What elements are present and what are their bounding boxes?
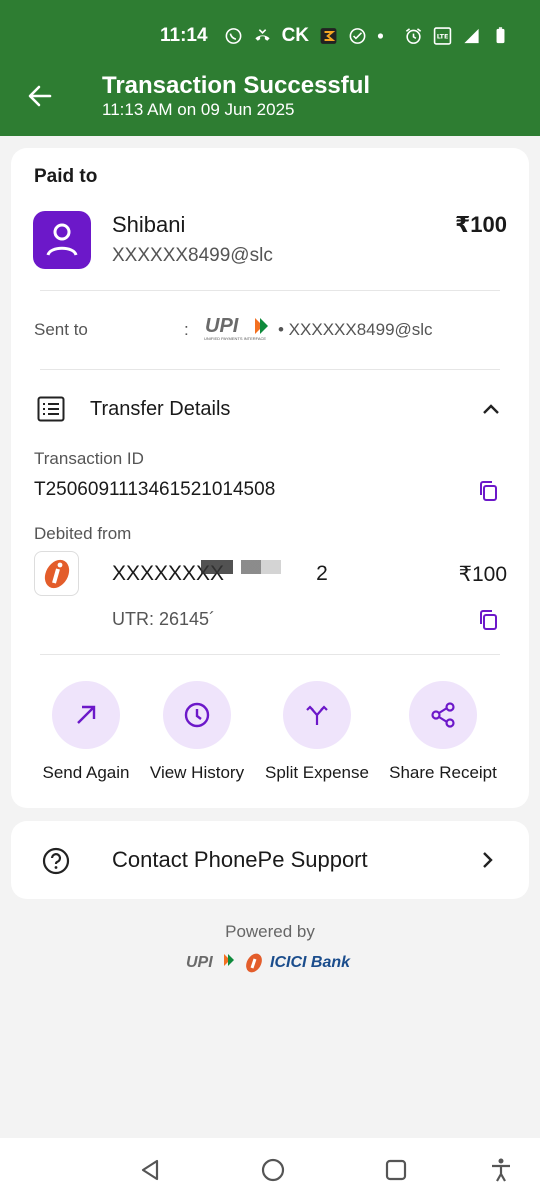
accessibility-icon [492,1158,510,1182]
upi-logo: UPI UNIFIED PAYMENTS INTERFACE [204,315,268,341]
back-button[interactable] [22,78,58,114]
bank-name: ICICI Bank [270,954,351,971]
share-receipt-button[interactable]: Share Receipt [385,681,501,783]
transaction-timestamp: 11:13 AM on 09 Jun 2025 [102,100,295,119]
paid-to-heading: Paid to [34,166,98,187]
nav-recents-button[interactable] [382,1156,410,1184]
dot-icon [377,33,384,39]
sent-to-vpa: • XXXXXX8499@slc [278,320,433,339]
clock-icon [184,702,210,728]
alarm-icon [405,28,422,44]
system-nav-bar [0,1138,540,1200]
receipt-list-icon [37,396,65,422]
volte-icon: LTE [433,27,452,45]
copy-icon [480,610,497,630]
share-receipt-circle[interactable] [409,681,477,749]
contact-support-row[interactable]: Contact PhonePe Support [11,821,529,899]
paid-amount: ₹100 [454,212,507,237]
payee-vpa: XXXXXX8499@slc [112,245,273,266]
square-recents-icon [385,1159,407,1181]
redaction-mask [201,560,281,574]
account-tail: 2 [316,562,328,585]
contact-support-label[interactable]: Contact PhonePe Support [112,847,368,873]
user-icon [46,223,78,256]
split-expense-label: Split Expense [265,763,369,782]
copy-transaction-id-button[interactable] [476,479,500,503]
quick-actions: Send Again View History Split Expense Sh… [11,681,529,791]
whatsapp-icon [225,28,241,44]
icici-bank-logo [34,551,79,596]
app-notification-icon [320,28,337,44]
transaction-id-value: T2506091113461521014508 [34,479,276,500]
divider [40,369,500,370]
view-history-circle[interactable] [163,681,231,749]
debited-from-label: Debited from [34,524,132,543]
accessibility-button[interactable] [487,1156,515,1184]
send-again-circle[interactable] [52,681,120,749]
nav-back-button[interactable] [136,1156,164,1184]
view-history-button[interactable]: View History [142,681,252,783]
status-bar: 11:14 CK LTE [160,22,510,50]
page-title: Transaction Successful [102,72,371,99]
upi-logo: UPI [186,954,234,971]
icici-logo-icon [246,953,262,973]
carrier-label: CK [281,25,310,46]
missed-call-icon [254,29,270,41]
copy-utr-button[interactable] [476,608,500,632]
sent-to-label: Sent to [34,320,88,339]
back-arrow-icon [28,85,52,107]
send-again-button[interactable]: Send Again [31,681,141,783]
arrow-up-right-icon [77,705,96,724]
circle-home-icon [261,1158,285,1182]
check-circle-icon [349,28,366,44]
signal-icon [464,28,479,44]
split-expense-circle[interactable] [283,681,351,749]
payee-name: Shibani [112,212,186,237]
transaction-id-label: Transaction ID [34,449,144,468]
sent-to-separator: : [184,320,189,339]
status-time: 11:14 [160,25,208,46]
help-icon [42,847,70,875]
transaction-card: Paid to Shibani XXXXXX8499@slc ₹100 Sent… [11,148,529,808]
header-bar: 11:14 CK LTE Transaction Successful 11:1… [0,0,540,136]
svg-text:UPI: UPI [205,315,239,337]
view-history-label: View History [149,763,245,782]
divider [40,290,500,291]
send-again-label: Send Again [42,763,130,782]
split-expense-button[interactable]: Split Expense [257,681,377,783]
share-icon [431,702,455,728]
nav-home-button[interactable] [259,1156,287,1184]
utr-number: UTR: 26145´ [112,609,216,629]
debited-amount: ₹100 [458,563,507,586]
chevron-up-icon[interactable] [479,398,503,422]
copy-icon [480,481,497,501]
triangle-back-icon [141,1159,159,1181]
svg-text:LTE: LTE [437,33,449,40]
powered-by-logos: UPI ICICI Bank [186,948,356,978]
share-receipt-label: Share Receipt [389,763,497,782]
transfer-details-toggle[interactable]: Transfer Details [90,398,230,421]
split-icon [306,705,328,725]
svg-text:UPI: UPI [186,954,213,971]
battery-icon [496,27,505,44]
svg-text:UNIFIED PAYMENTS INTERFACE: UNIFIED PAYMENTS INTERFACE [204,336,266,341]
divider [40,654,500,655]
chevron-right-icon [483,852,493,868]
powered-by-label: Powered by [225,922,315,941]
payee-avatar [33,211,91,269]
icici-logo-icon [44,559,69,588]
